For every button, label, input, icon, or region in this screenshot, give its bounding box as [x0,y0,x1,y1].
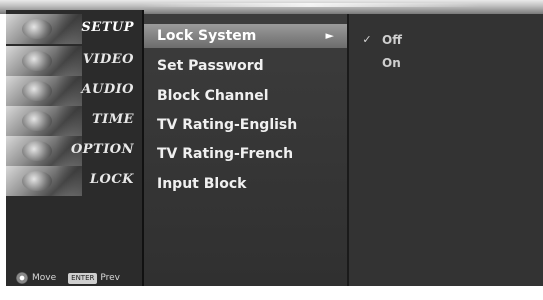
category-label: SETUP [81,20,134,35]
menu-item-tv-rating-english[interactable]: TV Rating-English [144,113,347,137]
menu-item-label: Input Block [157,176,247,192]
menu-item-label: Set Password [157,58,264,74]
menu-item-input-block[interactable]: Input Block [144,172,347,196]
move-dpad-icon [16,272,28,284]
option-label: On [382,56,401,70]
navigation-hint: Move ENTER Prev [16,270,120,286]
bottom-bezel [0,286,543,300]
category-label: AUDIO [81,82,134,97]
menu-item-tv-rating-french[interactable]: TV Rating-French [144,142,347,166]
category-lock[interactable]: LOCK [6,166,142,196]
category-video[interactable]: VIDEO [6,46,142,76]
menu-item-block-channel[interactable]: Block Channel [144,84,347,108]
menu-item-set-password[interactable]: Set Password [144,54,347,78]
check-icon: ✓ [362,33,372,46]
enter-key-icon: ENTER [68,272,98,284]
menu-item-label: Lock System [157,28,257,44]
tv-osd-screen: SETUP VIDEO AUDIO TIME OPTION LOCK Move … [0,0,543,300]
menu-item-label: TV Rating-French [157,146,294,162]
lock-menu-panel: Lock System ► Set Password Block Channel… [144,14,347,286]
option-label: Off [382,33,402,47]
lock-system-options-panel: ✓ Off On [347,14,543,286]
option-off[interactable]: ✓ Off [349,29,543,51]
move-hint-label: Move [32,273,57,283]
category-label: LOCK [89,172,134,187]
menu-item-label: TV Rating-English [157,117,298,133]
category-label: VIDEO [82,52,134,67]
prev-hint-label: Prev [100,273,121,283]
category-setup[interactable]: SETUP [6,14,142,44]
category-audio[interactable]: AUDIO [6,76,142,106]
submenu-arrow-icon: ► [325,29,334,42]
option-on[interactable]: On [349,52,543,74]
category-label: OPTION [70,142,134,157]
category-time[interactable]: TIME [6,106,142,136]
category-label: TIME [91,112,134,127]
category-option[interactable]: OPTION [6,136,142,166]
category-sidebar: SETUP VIDEO AUDIO TIME OPTION LOCK Move … [6,10,144,286]
menu-item-lock-system[interactable]: Lock System ► [144,24,347,48]
menu-item-label: Block Channel [157,88,269,104]
